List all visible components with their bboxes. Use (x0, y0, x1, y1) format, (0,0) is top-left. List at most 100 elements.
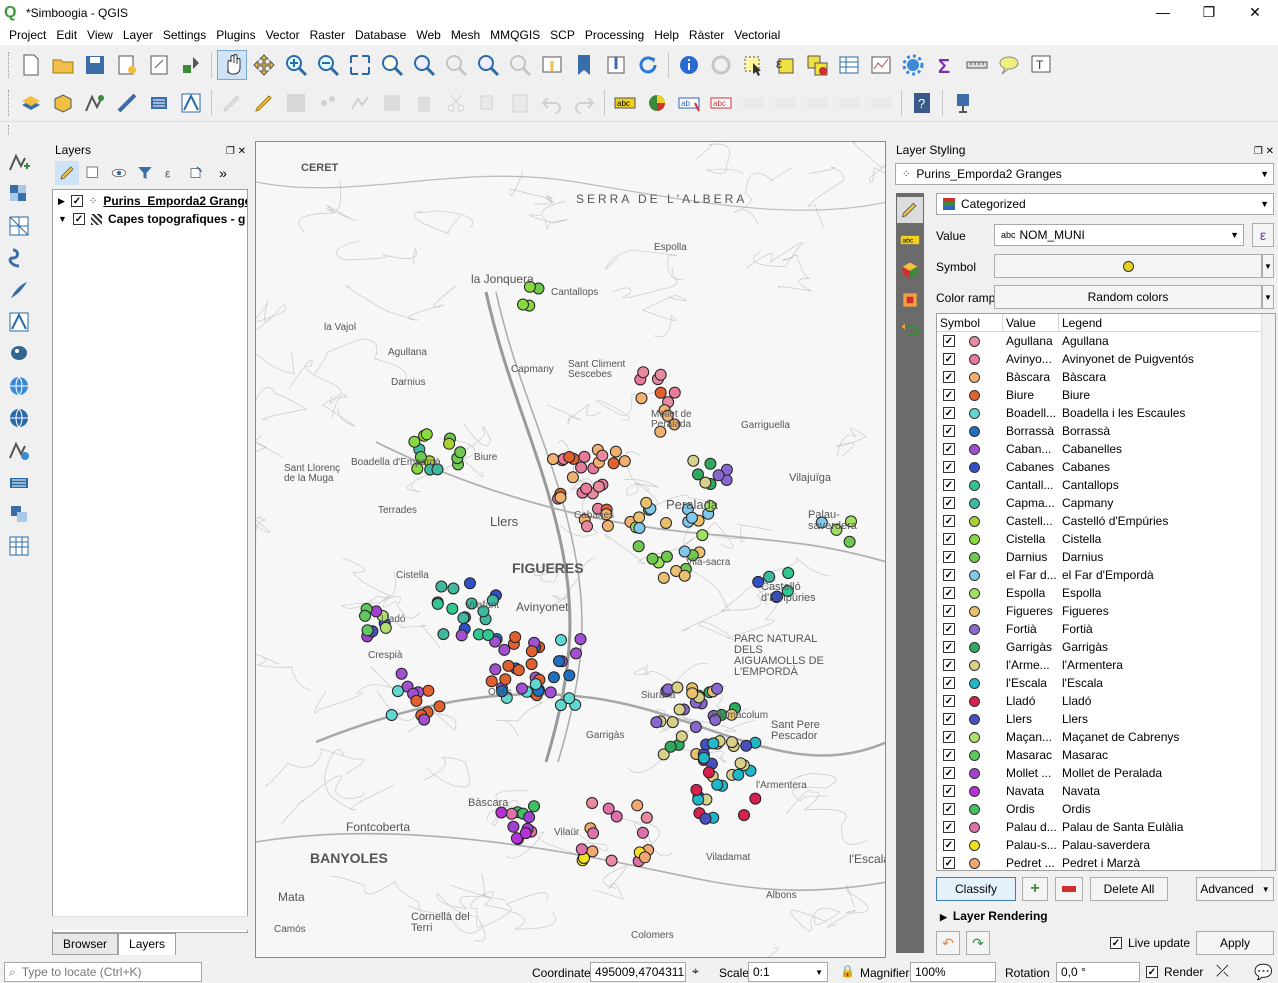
category-legend[interactable]: Cabanelles (1059, 442, 1275, 456)
category-value[interactable]: Agullana (1003, 334, 1059, 348)
new-project-icon[interactable] (16, 50, 46, 80)
category-row[interactable]: ✓ Figueres Figueres (937, 602, 1275, 620)
category-checkbox[interactable]: ✓ (943, 497, 955, 509)
zoom-to-layer-icon[interactable] (409, 50, 439, 80)
zoom-to-selection-icon[interactable] (377, 50, 407, 80)
category-row[interactable]: ✓ l'Arme... l'Armentera (937, 656, 1275, 674)
vertex-tool-icon[interactable] (345, 88, 375, 118)
new-attribute-table-icon[interactable] (4, 531, 34, 561)
category-legend[interactable]: Biure (1059, 388, 1275, 402)
category-checkbox[interactable]: ✓ (943, 335, 955, 347)
menu-plugins[interactable]: Plugins (211, 28, 260, 42)
zoom-last-icon[interactable] (473, 50, 503, 80)
new-print-layout-icon[interactable] (112, 50, 142, 80)
locator-input[interactable]: ⌕ Type to locate (Ctrl+K) (4, 962, 202, 982)
save-layer-edits-icon[interactable] (281, 88, 311, 118)
category-checkbox[interactable]: ✓ (943, 821, 955, 833)
category-value[interactable]: Maçan... (1003, 730, 1059, 744)
menu-layer[interactable]: Layer (118, 28, 158, 42)
expand-all-icon[interactable] (185, 161, 209, 185)
magnifier-field[interactable]: 100% (910, 962, 996, 982)
symbology-tab-icon[interactable] (897, 197, 923, 223)
category-row[interactable]: ✓ Capma... Capmany (937, 494, 1275, 512)
category-legend[interactable]: Palau-saverdera (1059, 838, 1275, 852)
history-tab-icon[interactable] (897, 317, 923, 343)
add-xyz-layer-icon[interactable] (4, 467, 34, 497)
category-checkbox[interactable]: ✓ (943, 443, 955, 455)
category-value[interactable]: l'Arme... (1003, 658, 1059, 672)
remove-category-button[interactable] (1055, 877, 1083, 901)
category-symbol[interactable] (969, 515, 980, 527)
labels-tab-icon[interactable]: abc (897, 227, 923, 253)
new-map-view-icon[interactable] (537, 50, 567, 80)
category-value[interactable]: Biure (1003, 388, 1059, 402)
category-checkbox[interactable]: ✓ (943, 677, 955, 689)
category-symbol[interactable] (969, 857, 980, 869)
add-raster-layer-icon[interactable] (4, 179, 34, 209)
new-bookmark-icon[interactable] (569, 50, 599, 80)
category-legend[interactable]: Figueres (1059, 604, 1275, 618)
add-group-icon[interactable] (81, 161, 105, 185)
category-checkbox[interactable]: ✓ (943, 803, 955, 815)
toggle-extents-icon[interactable]: ⌖ (692, 964, 699, 979)
category-row[interactable]: ✓ Espolla Espolla (937, 584, 1275, 602)
category-checkbox[interactable]: ✓ (943, 659, 955, 671)
menu-mesh[interactable]: Mesh (446, 28, 485, 42)
tab-layers[interactable]: Layers (118, 933, 177, 955)
show-unplaced-labels-icon[interactable]: abc (706, 88, 736, 118)
manage-map-themes-icon[interactable] (107, 161, 131, 185)
undo-style-button[interactable]: ↶ (936, 931, 960, 955)
category-row[interactable]: ✓ Biure Biure (937, 386, 1275, 404)
render-toggle[interactable]: ✓ Render (1146, 965, 1203, 979)
attribute-table-icon[interactable] (834, 50, 864, 80)
category-legend[interactable]: Espolla (1059, 586, 1275, 600)
category-symbol[interactable] (969, 587, 980, 599)
category-symbol[interactable] (969, 659, 980, 671)
category-row[interactable]: ✓ Lladó Lladó (937, 692, 1275, 710)
category-checkbox[interactable]: ✓ (943, 551, 955, 563)
add-postgis-icon[interactable] (4, 339, 34, 369)
category-legend[interactable]: Navata (1059, 784, 1275, 798)
rotate-label-icon[interactable] (834, 88, 864, 118)
expand-arrow-icon[interactable]: ▶ (53, 196, 65, 207)
color-ramp-button[interactable]: Random colors (994, 285, 1262, 309)
category-row[interactable]: ✓ Navata Navata (937, 782, 1275, 800)
category-value[interactable]: Espolla (1003, 586, 1059, 600)
refresh-icon[interactable] (633, 50, 663, 80)
map-canvas[interactable]: CERET SERRA DE L'ALBERA la Jonquera la V… (255, 141, 886, 958)
category-checkbox[interactable]: ✓ (943, 407, 955, 419)
add-category-button[interactable]: + (1022, 877, 1048, 901)
category-value[interactable]: Cistella (1003, 532, 1059, 546)
category-row[interactable]: ✓ Bàscara Bàscara (937, 368, 1275, 386)
category-row[interactable]: ✓ Cantall... Cantallops (937, 476, 1275, 494)
category-symbol[interactable] (969, 713, 980, 725)
label-toolbar-icon[interactable]: abc (610, 88, 640, 118)
category-value[interactable]: Castell... (1003, 514, 1059, 528)
symbol-button[interactable] (994, 254, 1262, 278)
coordinate-field[interactable]: 495009,4704311 (590, 962, 686, 982)
category-checkbox[interactable]: ✓ (943, 587, 955, 599)
category-checkbox[interactable]: ✓ (943, 371, 955, 383)
category-row[interactable]: ✓ Pedret ... Pedret i Marzà (937, 854, 1275, 870)
category-value[interactable]: Capma... (1003, 496, 1059, 510)
text-annotation-icon[interactable]: T (1026, 50, 1056, 80)
pan-to-selection-icon[interactable] (249, 50, 279, 80)
category-value[interactable]: Palau d... (1003, 820, 1059, 834)
messages-icon[interactable]: 💬 (1254, 963, 1273, 981)
category-legend[interactable]: Llers (1059, 712, 1275, 726)
col-legend[interactable]: Legend (1059, 314, 1275, 331)
category-value[interactable]: Darnius (1003, 550, 1059, 564)
category-row[interactable]: ✓ Maçan... Maçanet de Cabrenys (937, 728, 1275, 746)
category-row[interactable]: ✓ Palau-s... Palau-saverdera (937, 836, 1275, 854)
category-symbol[interactable] (969, 389, 980, 401)
filter-by-expression-icon[interactable]: ε (159, 161, 183, 185)
category-legend[interactable]: l'Armentera (1059, 658, 1275, 672)
category-symbol[interactable] (969, 371, 980, 383)
category-symbol[interactable] (969, 569, 980, 581)
category-value[interactable]: Cantall... (1003, 478, 1059, 492)
category-symbol[interactable] (969, 767, 980, 779)
category-row[interactable]: ✓ Avinyo... Avinyonet de Puigventós (937, 350, 1275, 368)
menu-help[interactable]: Help (649, 28, 684, 42)
new-shapefile-icon[interactable] (80, 88, 110, 118)
redo-icon[interactable] (569, 88, 599, 118)
